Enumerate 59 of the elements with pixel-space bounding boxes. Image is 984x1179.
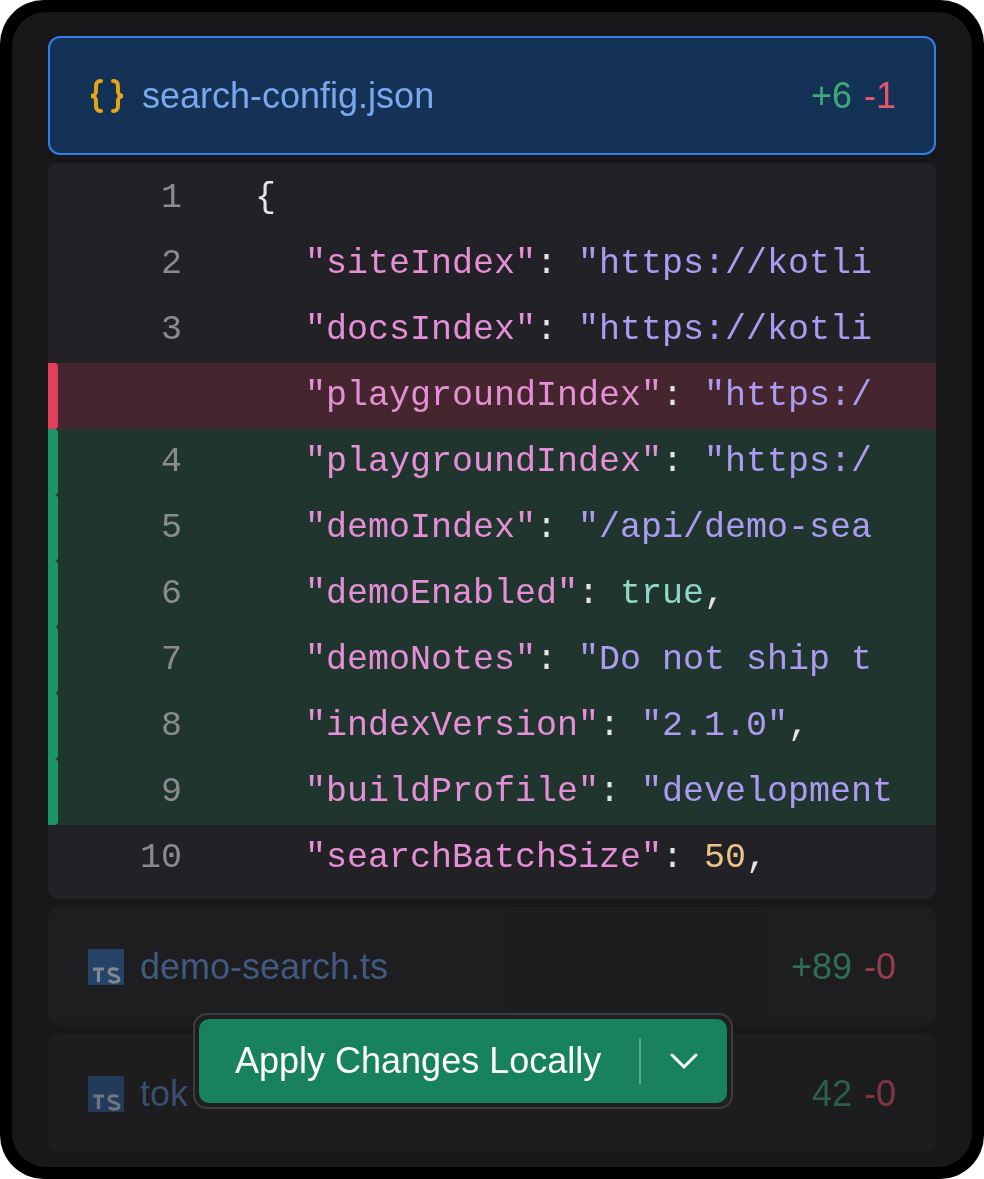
removed-count: -1	[864, 73, 896, 118]
code-token: :	[599, 704, 622, 748]
line-number: 8	[160, 704, 182, 748]
line-number: 3	[160, 308, 182, 352]
file-header[interactable]: search-config.json +6 -1	[48, 36, 936, 155]
code-token: "Do not ship t	[578, 638, 873, 682]
code-token: :	[662, 374, 685, 418]
removed-count: -0	[864, 944, 896, 989]
code-token: :	[599, 770, 622, 814]
code-token: "playgroundIndex"	[305, 440, 663, 484]
code-token: "https:/	[704, 440, 873, 484]
file-name: tok	[140, 1071, 189, 1116]
code-token: "/api/demo-sea	[578, 506, 873, 550]
added-count: 42	[811, 1071, 852, 1116]
code-token: 50	[704, 836, 747, 880]
code-token: ,	[704, 572, 726, 616]
line-number: 6	[160, 572, 182, 616]
code-token: :	[536, 638, 559, 682]
code-token: "demoIndex"	[305, 506, 537, 550]
line-number: 10	[139, 836, 182, 880]
code-token: ,	[746, 836, 768, 880]
code-token: "development	[641, 770, 894, 814]
file-name: demo-search.ts	[140, 944, 389, 989]
line-number: 2	[160, 242, 182, 286]
code-token: "playgroundIndex"	[305, 374, 663, 418]
code-token: {	[255, 176, 276, 220]
code-token: :	[662, 440, 685, 484]
added-marker	[48, 429, 58, 495]
code-token: ,	[788, 704, 810, 748]
code-token: "demoNotes"	[305, 638, 537, 682]
code-token: "https:/	[704, 374, 873, 418]
added-marker	[48, 759, 58, 825]
code-token: :	[536, 242, 559, 286]
code-token: :	[578, 572, 601, 616]
code-token: :	[536, 308, 559, 352]
code-token: "demoEnabled"	[305, 572, 579, 616]
code-token: "buildProfile"	[305, 770, 600, 814]
file-header[interactable]: demo-search.ts +89 -0	[48, 907, 936, 1026]
code-token: "indexVersion"	[305, 704, 600, 748]
code-token: "https://kotli	[578, 308, 873, 352]
line-number: 7	[160, 638, 182, 682]
code-token: "siteIndex"	[305, 242, 537, 286]
line-number: 5	[160, 506, 182, 550]
line-number: 1	[160, 176, 182, 220]
added-count: +6	[810, 73, 852, 118]
added-count: +89	[790, 944, 852, 989]
code-token: "https://kotli	[578, 242, 873, 286]
removed-count: -0	[864, 1071, 896, 1116]
line-number: 9	[160, 770, 182, 814]
code-token: "docsIndex"	[305, 308, 537, 352]
file-name: search-config.json	[142, 73, 435, 118]
chevron-down-icon	[669, 1052, 700, 1070]
code-token: "searchBatchSize"	[305, 836, 663, 880]
code-token: :	[662, 836, 685, 880]
code-token: "2.1.0"	[641, 704, 789, 748]
code-token: :	[536, 506, 559, 550]
line-number: 4	[160, 440, 182, 484]
code-token: true	[620, 572, 705, 616]
removed-marker	[48, 363, 58, 429]
